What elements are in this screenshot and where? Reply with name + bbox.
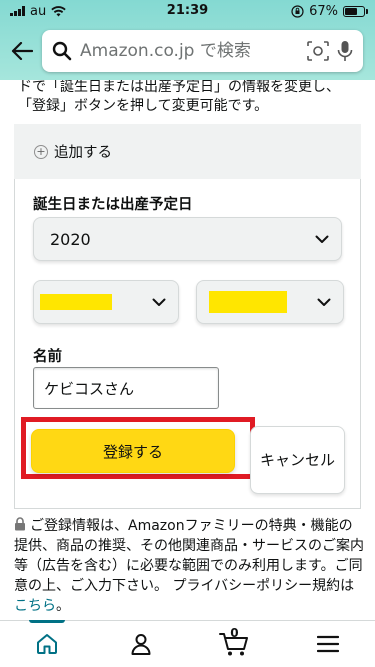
chevron-down-icon: [315, 235, 329, 243]
notice-text: ご登録情報は、Amazonファミリーの特典・機能の提供、商品の推奨、その他関連商…: [14, 518, 364, 594]
home-icon: [36, 634, 57, 654]
person-icon: [131, 634, 151, 655]
year-value: 2020: [50, 229, 91, 249]
nav-menu[interactable]: [298, 621, 358, 667]
camera-scan-icon[interactable]: [307, 41, 329, 61]
intro-text: ドで「誕生日または出産予定日」の情報を変更し、「登録」ボタンを押して変更可能です…: [18, 80, 340, 114]
name-input[interactable]: [33, 367, 219, 409]
battery-icon: [343, 5, 368, 17]
back-arrow-icon: [11, 42, 33, 60]
orientation-lock-icon: [291, 4, 304, 18]
wifi-icon: [51, 5, 66, 16]
privacy-policy-link[interactable]: こちら: [14, 598, 56, 614]
chevron-down-icon: [152, 298, 166, 306]
bottom-nav: 0: [0, 620, 375, 667]
search-input[interactable]: [80, 41, 299, 61]
privacy-notice: ご登録情報は、Amazonファミリーの特典・機能の提供、商品の推奨、その他関連商…: [14, 516, 365, 616]
app-header: au 21:39 67%: [0, 0, 375, 80]
add-child-row[interactable]: + 追加する: [14, 124, 361, 179]
status-bar: au 21:39 67%: [0, 0, 375, 22]
day-select[interactable]: [196, 280, 344, 324]
name-label: 名前: [33, 349, 62, 365]
nav-home[interactable]: [17, 620, 77, 667]
status-time: 21:39: [166, 3, 209, 18]
plus-circle-icon: +: [34, 144, 48, 159]
cancel-button[interactable]: キャンセル: [250, 426, 345, 494]
carrier-label: au: [30, 3, 47, 19]
microphone-icon[interactable]: [337, 40, 353, 62]
search-icon: [52, 41, 72, 61]
main-content: ドで「誕生日または出産予定日」の情報を変更し、「登録」ボタンを押して変更可能です…: [0, 80, 375, 620]
search-bar[interactable]: [42, 30, 363, 72]
cart-count: 0: [230, 626, 239, 640]
redacted-value: [40, 294, 112, 310]
register-button[interactable]: 登録する: [31, 429, 235, 473]
redacted-value: [209, 291, 287, 313]
hamburger-menu-icon: [317, 635, 340, 653]
lock-icon: [15, 517, 25, 531]
back-button[interactable]: [8, 42, 36, 60]
notice-end: 。: [56, 598, 70, 614]
chevron-down-icon: [317, 298, 331, 306]
nav-cart[interactable]: 0: [204, 621, 264, 667]
year-select[interactable]: 2020: [33, 217, 342, 261]
birthday-label: 誕生日または出産予定日: [33, 197, 193, 213]
signal-icon: [10, 6, 25, 16]
month-select[interactable]: [33, 280, 179, 324]
child-edit-form: 誕生日または出産予定日 2020 名前 登録する キャンセル: [14, 179, 361, 509]
battery-percent: 67%: [309, 3, 338, 19]
add-label: 追加する: [54, 145, 112, 161]
nav-account[interactable]: [111, 621, 171, 667]
